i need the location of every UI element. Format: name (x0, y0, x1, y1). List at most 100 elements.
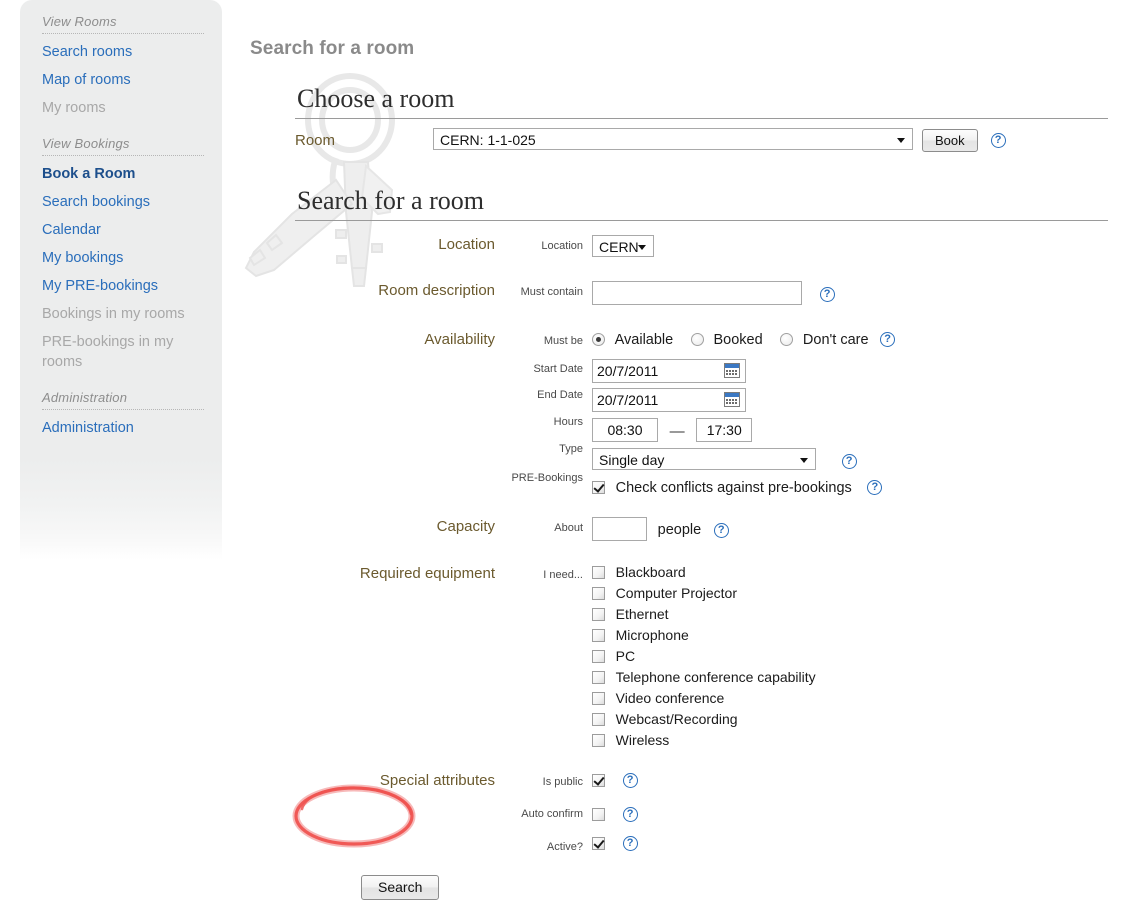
end-date-input[interactable]: 20/7/2011 (592, 388, 746, 412)
end-date-label: End Date (537, 389, 583, 401)
active-checkbox[interactable] (592, 836, 605, 850)
auto-confirm-label: Auto confirm (521, 807, 583, 820)
equipment-checkbox-wireless[interactable] (592, 733, 605, 747)
radio-booked[interactable] (690, 333, 704, 347)
sidebar-group-view-bookings: View Bookings Book a Room Search booking… (20, 122, 222, 376)
row-special-attributes: Special attributes Is public Auto confir… (295, 753, 895, 853)
sidebar-item-book-a-room[interactable]: Book a Room (20, 160, 222, 188)
sidebar-item-calendar[interactable]: Calendar (20, 216, 222, 244)
help-icon[interactable]: ? (990, 133, 1006, 149)
start-date-input[interactable]: 20/7/2011 (592, 359, 746, 383)
i-need-label: I need... (543, 568, 583, 581)
sidebar-item-search-rooms[interactable]: Search rooms (20, 38, 222, 66)
sidebar-item-my-pre-bookings[interactable]: My PRE-bookings (20, 272, 222, 300)
sidebar-group-view-rooms: View Rooms Search rooms Map of rooms My … (20, 0, 222, 122)
prebookings-checkbox-label: Check conflicts against pre-bookings (615, 479, 852, 496)
sidebar-group-administration: Administration Administration (20, 376, 222, 442)
room-description-group-label: Room description (378, 282, 495, 299)
row-availability: Availability Must be Start Date End Date… (295, 305, 896, 496)
equipment-label: Video conference (615, 690, 725, 707)
calendar-icon[interactable] (724, 392, 740, 407)
sidebar-item-my-bookings[interactable]: My bookings (20, 244, 222, 272)
is-public-checkbox[interactable] (592, 773, 605, 787)
start-date-label: Start Date (533, 363, 583, 375)
equipment-checkbox-webcast-recording[interactable] (592, 712, 605, 726)
search-for-a-room-heading: Search for a room (297, 186, 484, 215)
capacity-input[interactable] (592, 516, 647, 541)
equipment-item: Computer Projector (592, 585, 895, 606)
hours-field: 08:30 — 17:30 (592, 418, 895, 442)
prebookings-label: PRE-Bookings (511, 472, 583, 484)
radio-dont-care[interactable] (780, 333, 794, 347)
search-fields-table: Location Location CERN Room description (295, 230, 896, 900)
equipment-checkbox-blackboard[interactable] (592, 565, 605, 579)
must-contain-label: Must contain (520, 286, 583, 298)
end-date-value: 20/7/2011 (597, 392, 659, 408)
sidebar-group-title: View Rooms (42, 14, 117, 29)
row-capacity: Capacity About people ? (295, 496, 895, 541)
sidebar-item-search-bookings[interactable]: Search bookings (20, 188, 222, 216)
equipment-checkbox-list: Blackboard Computer Projector Ethernet M… (592, 564, 895, 753)
choose-room-row: Room CERN: 1-1-025 Book ? (295, 128, 1006, 152)
radio-dont-care-label: Don't care (802, 331, 869, 348)
sidebar-group-title: Administration (42, 390, 128, 405)
equipment-label: PC (615, 648, 636, 665)
help-icon[interactable]: ? (867, 480, 883, 496)
book-button[interactable]: Book (922, 129, 978, 152)
help-icon[interactable]: ? (622, 835, 638, 851)
page-title: Search for a room (250, 38, 415, 59)
search-button[interactable]: Search (361, 874, 440, 900)
sidebar-divider (42, 155, 204, 156)
help-icon[interactable]: ? (819, 287, 835, 303)
radio-booked-label: Booked (713, 331, 763, 348)
help-icon[interactable]: ? (622, 772, 638, 788)
search-form: Choose a room Room CERN: 1-1-025 Book ? (295, 84, 1120, 900)
hours-to-input[interactable]: 17:30 (696, 418, 753, 442)
type-field: Single day ? (592, 448, 895, 470)
calendar-icon[interactable] (724, 363, 740, 378)
auto-confirm-field: ? (592, 806, 895, 835)
equipment-checkbox-video-conference[interactable] (592, 691, 605, 705)
chevron-down-icon (638, 245, 646, 250)
room-label: Room (295, 132, 336, 149)
auto-confirm-checkbox[interactable] (592, 807, 605, 821)
main-content: Search for a room Choose a room Room CER… (244, 0, 1120, 900)
help-icon[interactable]: ? (880, 332, 896, 348)
type-select[interactable]: Single day (592, 448, 816, 470)
equipment-item: Video conference (592, 690, 895, 711)
location-select-value: CERN (599, 239, 639, 255)
equipment-checkbox-microphone[interactable] (592, 628, 605, 642)
about-label: About (554, 521, 583, 534)
sidebar-item-bookings-in-my-rooms: Bookings in my rooms (42, 306, 185, 322)
equipment-item: Blackboard (592, 564, 895, 585)
equipment-checkbox-ethernet[interactable] (592, 607, 605, 621)
sidebar-item-my-rooms: My rooms (42, 100, 106, 116)
sidebar-item-administration[interactable]: Administration (20, 414, 222, 442)
location-select[interactable]: CERN (592, 235, 654, 257)
chevron-down-icon (800, 458, 808, 463)
help-icon[interactable]: ? (841, 454, 857, 470)
prebookings-checkbox[interactable] (592, 481, 605, 495)
location-group-label: Location (438, 236, 495, 253)
equipment-item: Ethernet (592, 606, 895, 627)
capacity-group-label: Capacity (436, 517, 495, 535)
sidebar-group-title: View Bookings (42, 136, 130, 151)
start-date-value: 20/7/2011 (597, 363, 659, 379)
must-be-label: Must be (543, 335, 583, 347)
room-select[interactable]: CERN: 1-1-025 (433, 128, 913, 150)
radio-available[interactable] (592, 333, 605, 347)
equipment-checkbox-pc[interactable] (592, 649, 605, 663)
sidebar-item-map-of-rooms[interactable]: Map of rooms (20, 66, 222, 94)
equipment-label: Blackboard (615, 564, 686, 581)
special-attributes-group-label: Special attributes (379, 771, 495, 789)
equipment-item: Webcast/Recording (592, 711, 895, 732)
help-icon[interactable]: ? (713, 522, 729, 538)
equipment-item: PC (592, 648, 895, 669)
equipment-checkbox-telephone-conference-capability[interactable] (592, 670, 605, 684)
must-contain-input[interactable] (592, 281, 802, 305)
hours-from-input[interactable]: 08:30 (592, 418, 658, 442)
equipment-label: Webcast/Recording (615, 711, 738, 728)
equipment-label: Computer Projector (615, 585, 738, 602)
equipment-checkbox-computer-projector[interactable] (592, 586, 605, 600)
help-icon[interactable]: ? (622, 806, 638, 822)
